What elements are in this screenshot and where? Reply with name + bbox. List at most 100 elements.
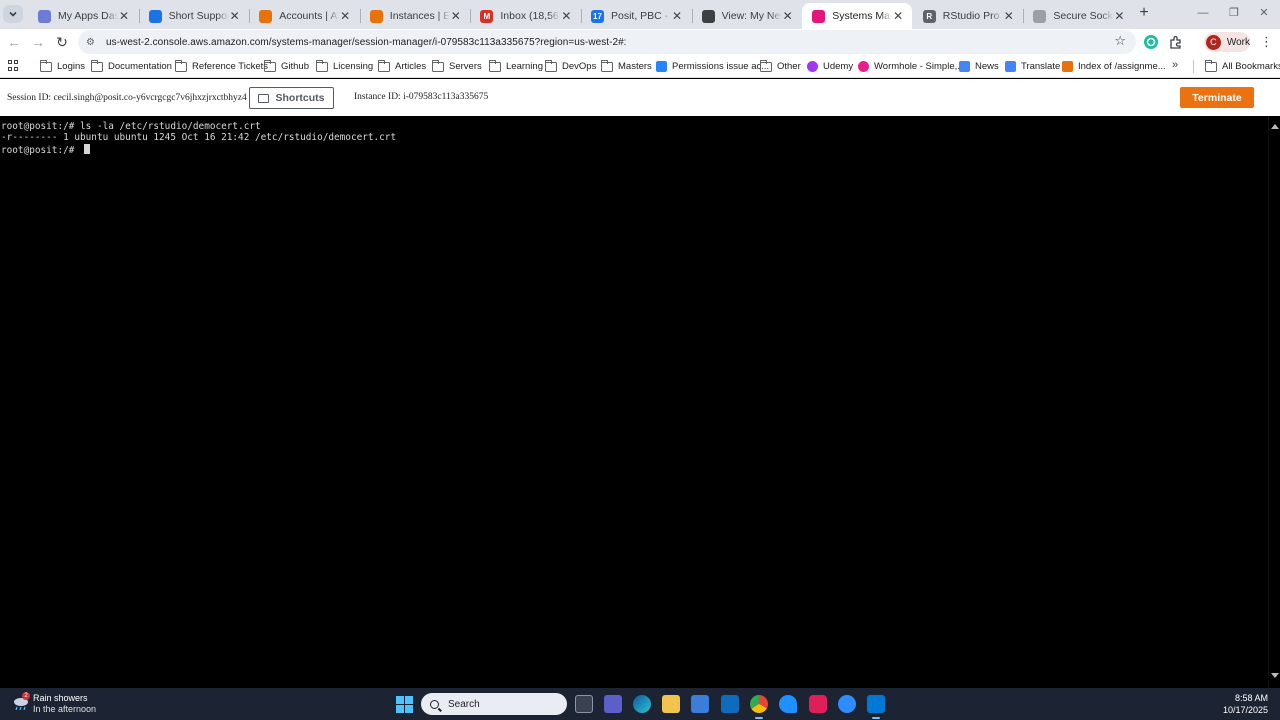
bookmark-item[interactable]: Licensing xyxy=(315,59,373,74)
close-tab-icon[interactable]: ✕ xyxy=(892,9,904,23)
apps-grid-icon[interactable] xyxy=(8,60,19,71)
close-tab-icon[interactable]: ✕ xyxy=(560,9,572,23)
browser-tab[interactable]: Instances | EC2 | us✕ xyxy=(360,3,470,29)
windows-start-icon[interactable] xyxy=(396,696,413,713)
close-tab-icon[interactable]: ✕ xyxy=(229,9,241,23)
terminal-prompt-line: root@posit:/# xyxy=(1,143,1268,156)
teams-icon[interactable] xyxy=(604,695,622,713)
zoom-icon[interactable] xyxy=(838,695,856,713)
scroll-track[interactable] xyxy=(1271,132,1279,672)
minimize-button[interactable]: — xyxy=(1196,6,1210,20)
browser-tab[interactable]: Accounts | AWS acc✕ xyxy=(249,3,359,29)
browser-tab[interactable]: Secure Sockets (S✕ xyxy=(1023,3,1133,29)
tab-search-button[interactable] xyxy=(3,5,23,23)
tab-title: Inbox (18,567) - ce xyxy=(500,10,560,22)
bookmark-item[interactable]: Index of /assignme... xyxy=(1062,59,1166,74)
bookmark-item[interactable]: Learning xyxy=(488,59,543,74)
reload-button[interactable]: ↻ xyxy=(54,34,70,50)
shortcuts-label: Shortcuts xyxy=(275,92,325,104)
index-icon xyxy=(1062,61,1073,72)
tab-favicon-icon: 17 xyxy=(591,9,604,23)
close-tab-icon[interactable]: ✕ xyxy=(1003,9,1015,23)
browser-tab[interactable]: R RStudio Pro ✕ xyxy=(913,3,1023,29)
file-explorer-icon[interactable] xyxy=(662,695,680,713)
microsoft-store-icon[interactable] xyxy=(691,695,709,713)
bookmark-item[interactable]: News xyxy=(959,59,999,74)
profile-button[interactable]: C Work xyxy=(1204,32,1250,52)
terminate-button[interactable]: Terminate xyxy=(1180,87,1254,108)
task-view-icon[interactable] xyxy=(575,695,593,713)
bookmark-label: Servers xyxy=(449,61,482,72)
bookmark-item[interactable]: Wormhole - Simple,... xyxy=(858,59,965,74)
notepad-icon[interactable] xyxy=(867,695,885,719)
taskbar-search[interactable]: Search xyxy=(421,693,567,715)
more-bookmarks-icon[interactable]: » xyxy=(1172,59,1178,71)
forward-button[interactable]: → xyxy=(30,34,46,50)
close-tab-icon[interactable]: ✕ xyxy=(118,9,130,23)
outlook-icon[interactable] xyxy=(721,695,739,713)
terminal-line: root@posit:/# ls -la /etc/rstudio/democe… xyxy=(1,121,261,132)
session-id: Session ID: cecil.singh@posit.co-y6vcrgc… xyxy=(7,93,247,103)
browser-tab[interactable]: 17 Posit, PBC - Calen✕ xyxy=(581,3,691,29)
tab-favicon-icon xyxy=(148,9,162,23)
close-tab-icon[interactable]: ✕ xyxy=(339,9,351,23)
folder-icon xyxy=(39,59,52,72)
scroll-down-arrow-icon[interactable] xyxy=(1271,673,1279,678)
close-window-button[interactable]: ✕ xyxy=(1257,6,1271,20)
terminal[interactable]: root@posit:/# ls -la /etc/rstudio/democe… xyxy=(0,116,1268,688)
instance-id: Instance ID: i-079583c113a335675 xyxy=(354,92,489,102)
restore-button[interactable]: ❐ xyxy=(1227,6,1241,20)
tab-favicon-icon xyxy=(369,9,383,23)
chevron-down-icon xyxy=(9,11,17,17)
bookmark-item[interactable]: Permissions issue ac... xyxy=(656,59,769,74)
bookmark-item[interactable]: Udemy xyxy=(807,59,853,74)
bookmark-item[interactable]: Github xyxy=(263,59,309,74)
grammarly-extension-icon[interactable] xyxy=(1143,34,1159,50)
browser-tab[interactable]: Short Support Video✕ xyxy=(139,3,249,29)
bookmark-item[interactable]: Documentation xyxy=(90,59,172,74)
bookmark-item[interactable]: Servers xyxy=(431,59,482,74)
tab-title: RStudio Pro xyxy=(942,10,1000,22)
browser-tab[interactable]: Systems Manager✕ xyxy=(802,3,913,29)
site-info-icon[interactable]: ⚙ xyxy=(86,37,100,48)
browser-tab[interactable]: My Apps Dashboard✕ xyxy=(28,3,138,29)
bookmark-label: Index of /assignme... xyxy=(1078,61,1166,72)
close-tab-icon[interactable]: ✕ xyxy=(450,9,462,23)
tab-title: Accounts | AWS acc xyxy=(279,10,339,22)
clock-time[interactable]: 8:58 AM xyxy=(1235,693,1268,703)
tab-favicon-icon: R xyxy=(922,9,936,23)
session-manager-header: Session ID: cecil.singh@posit.co-y6vcrgc… xyxy=(0,79,1280,116)
folder-icon xyxy=(263,59,276,72)
bookmark-item[interactable]: Reference Tickets xyxy=(174,59,268,74)
bookmark-item[interactable]: Articles xyxy=(377,59,426,74)
browser-tab[interactable]: View: My New, Op✕ xyxy=(692,3,802,29)
tab-title: Short Support Video xyxy=(168,10,229,22)
shortcuts-button[interactable]: Shortcuts xyxy=(249,87,334,109)
tab-favicon-icon: M xyxy=(480,9,494,23)
address-bar[interactable]: ⚙ us-west-2.console.aws.amazon.com/syste… xyxy=(78,30,1136,54)
browser-toolbar: ← → ↻ ⚙ us-west-2.console.aws.amazon.com… xyxy=(0,29,1280,55)
weather-title[interactable]: Rain showers xyxy=(33,693,88,703)
bookmark-item[interactable]: Logins xyxy=(39,59,85,74)
new-tab-button[interactable]: + xyxy=(1136,5,1152,21)
close-tab-icon[interactable]: ✕ xyxy=(1113,9,1125,23)
close-tab-icon[interactable]: ✕ xyxy=(671,9,683,23)
vscode-icon[interactable] xyxy=(779,695,797,713)
scroll-up-arrow-icon[interactable] xyxy=(1271,124,1279,129)
edge-icon[interactable] xyxy=(633,695,651,713)
terminal-scrollbar[interactable] xyxy=(1268,116,1280,688)
bookmark-item[interactable]: DevOps xyxy=(544,59,596,74)
chrome-icon[interactable] xyxy=(750,695,768,719)
profile-label: Work xyxy=(1226,36,1250,48)
back-button[interactable]: ← xyxy=(6,34,22,50)
all-bookmarks-button[interactable]: All Bookmarks xyxy=(1204,59,1280,74)
bookmark-item[interactable]: Translate xyxy=(1005,59,1060,74)
close-tab-icon[interactable]: ✕ xyxy=(782,9,794,23)
bookmark-star-icon[interactable]: ☆ xyxy=(1114,33,1126,49)
bookmark-item[interactable]: Other xyxy=(759,59,801,74)
extensions-puzzle-icon[interactable] xyxy=(1168,34,1184,50)
slack-icon[interactable] xyxy=(809,695,827,713)
bookmark-item[interactable]: Masters xyxy=(600,59,652,74)
browser-menu-icon[interactable]: ⋮ xyxy=(1260,34,1273,50)
browser-tab[interactable]: M Inbox (18,567) - ce✕ xyxy=(470,3,580,29)
